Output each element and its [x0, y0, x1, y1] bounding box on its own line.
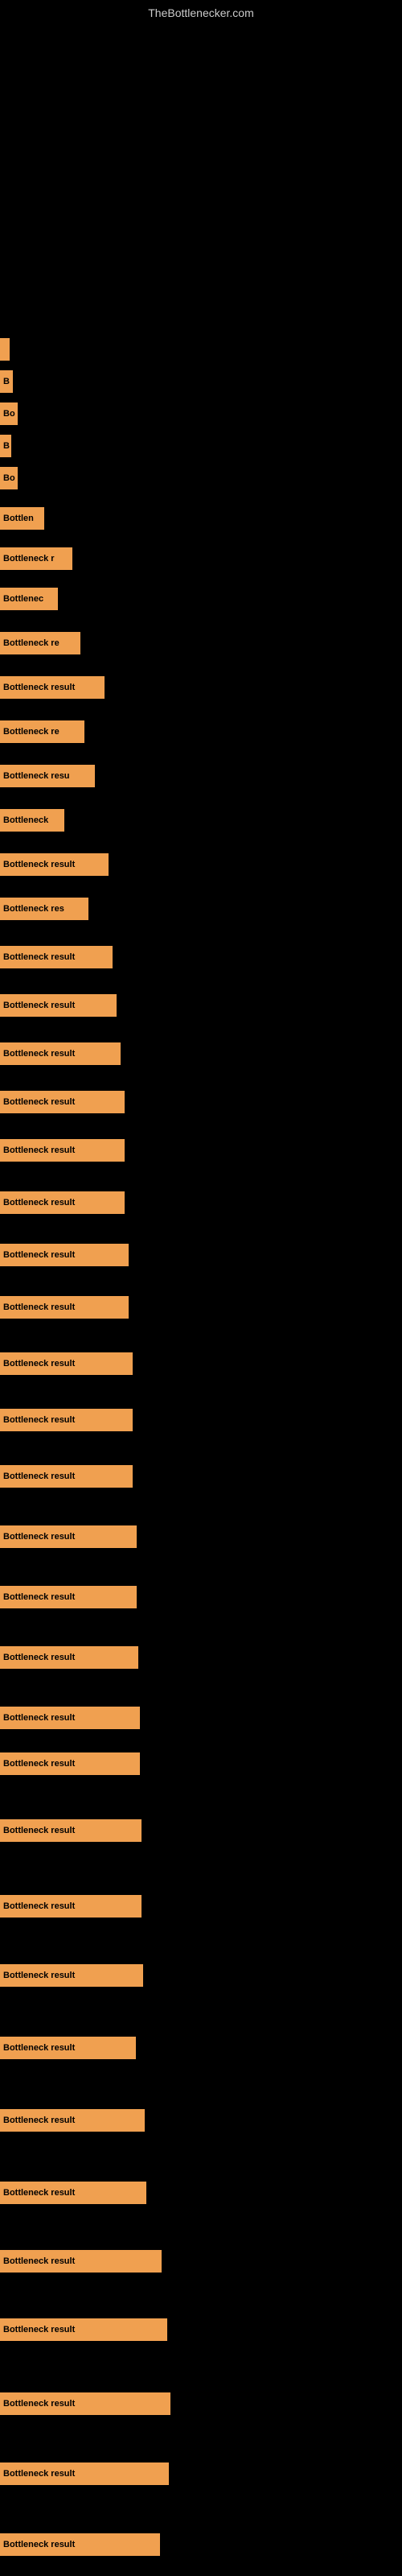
bar-label: Bottleneck result [3, 2325, 75, 2334]
bar-label: Bottlenec [3, 594, 43, 604]
bar-row: Bottleneck result [0, 1465, 133, 1488]
bar-row: Bottleneck re [0, 720, 84, 743]
bar-label: Bottleneck result [3, 1901, 75, 1911]
bar-row: Bottleneck result [0, 1191, 125, 1214]
bar-row: Bottleneck result [0, 1091, 125, 1113]
bar-row: Bottleneck result [0, 1707, 140, 1729]
bar-label: Bottleneck re [3, 727, 59, 737]
bar-label: Bottleneck result [3, 683, 75, 692]
bar-label: Bottleneck result [3, 2399, 75, 2409]
bar-row: Bottleneck resu [0, 765, 95, 787]
bar-row: Bottleneck result [0, 1525, 137, 1548]
bar-label: Bottleneck result [3, 2116, 75, 2125]
bar-row: Bottleneck result [0, 2109, 145, 2132]
bar-row: Bottleneck result [0, 1819, 142, 1842]
bar-row: Bottleneck res [0, 898, 88, 920]
bar-label: Bottleneck result [3, 2043, 75, 2053]
bar-row: Bottleneck result [0, 1139, 125, 1162]
bar-row: Bottleneck result [0, 2037, 136, 2059]
bar-row: Bottleneck result [0, 2392, 170, 2415]
bar-label: Bottleneck result [3, 1713, 75, 1723]
bar-label: Bottleneck res [3, 904, 64, 914]
bar-row: Bottleneck result [0, 1752, 140, 1775]
bar-label: Bottleneck result [3, 1532, 75, 1542]
bar-label: Bottleneck result [3, 1759, 75, 1769]
bar-row: Bottleneck result [0, 1964, 143, 1987]
bar-label: B [3, 377, 10, 386]
bar-row: Bottleneck result [0, 853, 109, 876]
bar-row: Bottleneck result [0, 1042, 121, 1065]
bar-row: Bottleneck result [0, 1296, 129, 1319]
bar-label: Bo [3, 473, 15, 483]
bar-label: Bottleneck result [3, 1198, 75, 1208]
bar-label: Bottleneck r [3, 554, 55, 564]
bar-row: Bottleneck result [0, 946, 113, 968]
bar-label: Bottleneck result [3, 2469, 75, 2479]
bar-label: Bottleneck result [3, 952, 75, 962]
bar-label: Bottleneck result [3, 1653, 75, 1662]
bar-label: Bottleneck result [3, 2256, 75, 2266]
bar-row: Bottleneck result [0, 2318, 167, 2341]
bar-label: Bottleneck result [3, 1097, 75, 1107]
bar-row: B [0, 370, 13, 393]
bar-label: Bottleneck re [3, 638, 59, 648]
bar-label: Bottleneck result [3, 2188, 75, 2198]
bar-row: Bottleneck re [0, 632, 80, 654]
bar-row: Bo [0, 467, 18, 489]
bar-row: Bottleneck result [0, 2182, 146, 2204]
bar-row: Bottleneck result [0, 2250, 162, 2273]
bar-row: B [0, 435, 11, 457]
bar-label: Bottleneck result [3, 1472, 75, 1481]
bar-label: Bottleneck result [3, 1971, 75, 1980]
bar-label: Bottleneck result [3, 1250, 75, 1260]
bar-row: Bottleneck result [0, 1646, 138, 1669]
bar-row: Bottleneck result [0, 1352, 133, 1375]
bar-label: B [3, 441, 10, 451]
bar-label: Bottleneck result [3, 1592, 75, 1602]
bar-label: Bottleneck resu [3, 771, 70, 781]
bar-row: Bottleneck result [0, 1244, 129, 1266]
bar-row: Bottlen [0, 507, 44, 530]
bar-row: Bottleneck result [0, 2533, 160, 2556]
bar-row: Bottleneck result [0, 676, 105, 699]
bar-label: Bottleneck result [3, 860, 75, 869]
bar-row [0, 338, 10, 361]
bar-label: Bottleneck result [3, 1146, 75, 1155]
bar-row: Bottlenec [0, 588, 58, 610]
bar-row: Bottleneck [0, 809, 64, 832]
bar-row: Bottleneck result [0, 2462, 169, 2485]
bar-row: Bottleneck result [0, 1586, 137, 1608]
bar-label: Bottleneck result [3, 1415, 75, 1425]
bar-label: Bottleneck result [3, 1359, 75, 1368]
bar-label: Bottleneck result [3, 2540, 75, 2549]
bar-row: Bottleneck r [0, 547, 72, 570]
bar-label: Bottleneck result [3, 1049, 75, 1059]
bar-label: Bottleneck [3, 815, 48, 825]
bar-row: Bottleneck result [0, 1409, 133, 1431]
bar-label: Bo [3, 409, 15, 419]
bar-label: Bottleneck result [3, 1826, 75, 1835]
bar-label: Bottleneck result [3, 1302, 75, 1312]
bar-row: Bo [0, 402, 18, 425]
bar-row: Bottleneck result [0, 994, 117, 1017]
bar-label: Bottlen [3, 514, 34, 523]
bar-row: Bottleneck result [0, 1895, 142, 1918]
bar-label: Bottleneck result [3, 1001, 75, 1010]
